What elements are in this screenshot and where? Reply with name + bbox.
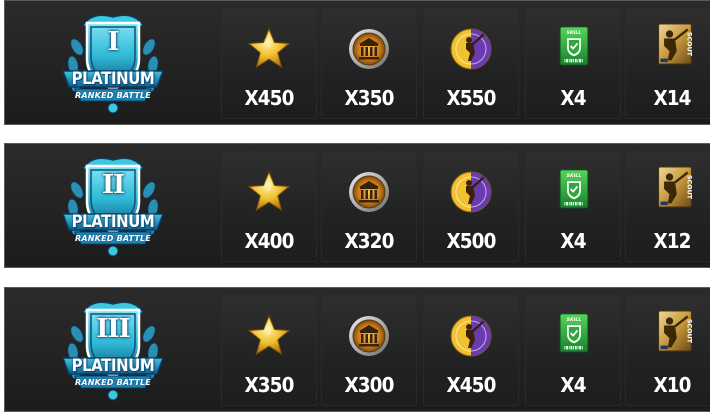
reward-quantity: X500 [446, 229, 497, 253]
reward-star: X350 [221, 294, 317, 406]
reward-bank-coin: X350 [321, 7, 417, 119]
reward-scout-card: SCOUT X12 [625, 150, 710, 262]
reward-quantity: X14 [653, 86, 691, 110]
reward-quantity: X450 [244, 86, 295, 110]
tier-title: PLATINUM [71, 356, 155, 376]
svg-text:SKILL: SKILL [567, 30, 582, 36]
reward-batter-coin: X550 [423, 7, 519, 119]
reward-batter-coin: X450 [423, 294, 519, 406]
tier-subtitle: RANKED BATTLE [75, 234, 151, 243]
tier-subtitle: RANKED BATTLE [75, 91, 151, 100]
reward-quantity: X550 [446, 86, 497, 110]
reward-skill-ticket: SKILL X4 [525, 294, 621, 406]
tier-roman-numeral: III [96, 314, 131, 344]
shield-icon [61, 301, 165, 401]
svg-text:SCOUT: SCOUT [686, 319, 693, 344]
skill-ticket-icon: SKILL [559, 26, 589, 66]
svg-text:SCOUT: SCOUT [686, 175, 693, 200]
reward-quantity: X400 [244, 229, 295, 253]
shield-icon [61, 14, 165, 114]
reward-scout-card: SCOUT X14 [625, 7, 710, 119]
tier-row-3: III PLATINUM RANKED BATTLE X350 X300 X45… [4, 287, 710, 412]
reward-scout-card: SCOUT X10 [625, 294, 710, 406]
svg-text:SKILL: SKILL [567, 317, 582, 323]
tier-roman-numeral: I [107, 27, 119, 57]
reward-quantity: X12 [653, 229, 691, 253]
reward-quantity: X4 [560, 86, 586, 110]
star-icon [247, 170, 291, 212]
bank-coin-icon [349, 172, 389, 212]
platinum-badge: III PLATINUM RANKED BATTLE [57, 294, 169, 404]
star-icon [247, 27, 291, 69]
tier-subtitle: RANKED BATTLE [75, 378, 151, 387]
reward-quantity: X10 [653, 373, 691, 397]
svg-text:SKILL: SKILL [567, 173, 582, 179]
reward-star: X450 [221, 7, 317, 119]
skill-ticket-icon: SKILL [559, 169, 589, 209]
reward-quantity: X320 [344, 229, 395, 253]
reward-quantity: X4 [560, 373, 586, 397]
shield-icon [61, 157, 165, 257]
svg-text:SCOUT: SCOUT [686, 32, 693, 57]
platinum-badge: I PLATINUM RANKED BATTLE [57, 7, 169, 117]
reward-quantity: X450 [446, 373, 497, 397]
reward-star: X400 [221, 150, 317, 262]
reward-batter-coin: X500 [423, 150, 519, 262]
reward-bank-coin: X300 [321, 294, 417, 406]
skill-ticket-icon: SKILL [559, 313, 589, 353]
reward-skill-ticket: SKILL X4 [525, 7, 621, 119]
reward-skill-ticket: SKILL X4 [525, 150, 621, 262]
scout-card-icon: SCOUT [658, 23, 693, 65]
batter-coin-icon [450, 315, 492, 357]
tier-row-1: I PLATINUM RANKED BATTLE X450 X350 X550 … [4, 0, 710, 125]
reward-quantity: X300 [344, 373, 395, 397]
reward-quantity: X350 [344, 86, 395, 110]
bank-coin-icon [349, 316, 389, 356]
scout-card-icon: SCOUT [658, 310, 693, 352]
reward-quantity: X4 [560, 229, 586, 253]
platinum-badge: II PLATINUM RANKED BATTLE [57, 150, 169, 260]
reward-bank-coin: X320 [321, 150, 417, 262]
star-icon [247, 314, 291, 356]
tier-roman-numeral: II [101, 170, 125, 200]
tier-title: PLATINUM [71, 212, 155, 232]
tier-title: PLATINUM [71, 69, 155, 89]
batter-coin-icon [450, 171, 492, 213]
scout-card-icon: SCOUT [658, 166, 693, 208]
batter-coin-icon [450, 28, 492, 70]
tier-row-2: II PLATINUM RANKED BATTLE X400 X320 X500… [4, 143, 710, 268]
reward-quantity: X350 [244, 373, 295, 397]
bank-coin-icon [349, 29, 389, 69]
